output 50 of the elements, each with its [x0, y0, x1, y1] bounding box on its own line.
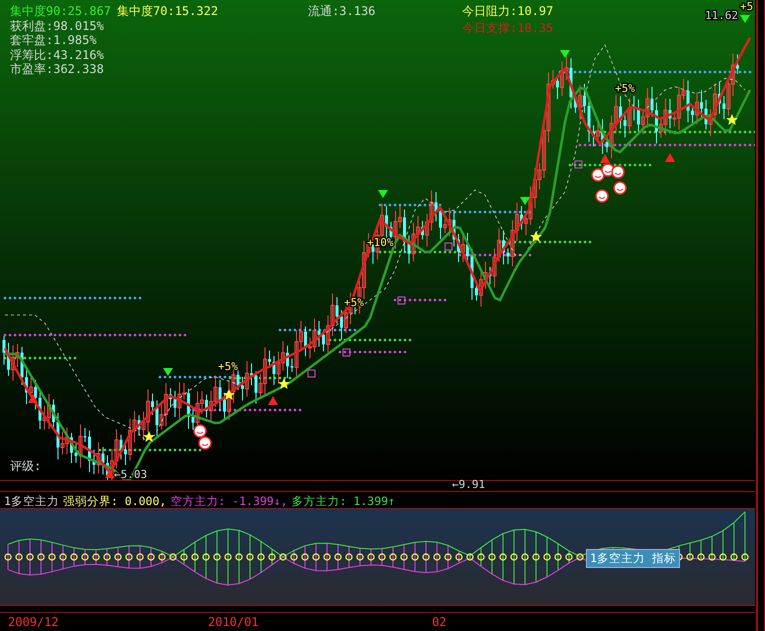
- star-icon: [143, 431, 155, 442]
- star-icon: [530, 231, 542, 242]
- triangle-down-icon: [163, 368, 173, 376]
- dotted-level-line: [394, 298, 446, 302]
- float-shares-text: 流通:3.136: [308, 4, 376, 18]
- smiley-icon: [595, 189, 609, 203]
- stat-text: 获利盘:98.015%: [10, 18, 104, 33]
- axis-date-label: 02: [432, 615, 446, 630]
- axis-date-label: 2010/01: [208, 615, 259, 630]
- triangle-up-icon: [268, 396, 278, 405]
- square-marker-icon: [308, 370, 316, 378]
- triangle-down-icon: [560, 50, 570, 58]
- rating-label: 评级:: [10, 458, 42, 475]
- triangle-down-icon: [740, 15, 750, 23]
- triangle-down-icon: [378, 190, 388, 198]
- concentration-70-text: 集中度70:15.322: [117, 4, 218, 18]
- star-icon: [278, 378, 290, 389]
- percent-label: +5: [740, 0, 754, 13]
- dotted-level-line: [378, 204, 442, 206]
- resistance-text: 今日阻力:10.97: [462, 4, 554, 18]
- concentration-90-text: 集中度90:25.867: [10, 4, 112, 18]
- smiley-icon: [193, 424, 207, 438]
- triangle-down-icon: [520, 197, 530, 205]
- star-icon: [726, 114, 738, 125]
- percent-label: +5%: [615, 82, 635, 95]
- stat-text: 浮筹比:43.216%: [10, 48, 104, 62]
- triangle-up-icon: [665, 153, 675, 162]
- support-text: 今日支撑:10.35: [462, 20, 554, 35]
- triangle-up-icon: [28, 394, 38, 403]
- square-marker-icon: [574, 160, 582, 168]
- triangle-up-icon: [105, 469, 115, 478]
- triangle-up-icon: [600, 154, 610, 163]
- axis-date-label: 2009/12: [8, 615, 59, 630]
- smiley-icon: [613, 181, 627, 195]
- stat-text: 市盈率:362.338: [10, 62, 104, 76]
- smiley-icon: [611, 165, 625, 179]
- square-marker-icon: [398, 296, 406, 304]
- high-price-label: 11.62: [705, 9, 738, 22]
- indicator-value: 多方主力: 1.399↑: [292, 494, 395, 509]
- smiley-icon: [198, 436, 212, 450]
- last-price-label: ←9.91: [452, 479, 486, 492]
- dotted-level-line: [338, 350, 406, 354]
- stat-text: 套牢盘:1.985%: [10, 33, 97, 48]
- indicator-tooltip: 1多空主力 指标: [586, 549, 680, 568]
- indicator-name: 1多空主力: [4, 494, 59, 509]
- star-icon: [223, 389, 235, 400]
- square-marker-icon: [444, 242, 452, 250]
- indicator-value: 强弱分界: 0.000,: [62, 494, 166, 509]
- indicator-value: 空方主力: -1.399↓,: [170, 494, 288, 509]
- square-marker-icon: [342, 348, 350, 356]
